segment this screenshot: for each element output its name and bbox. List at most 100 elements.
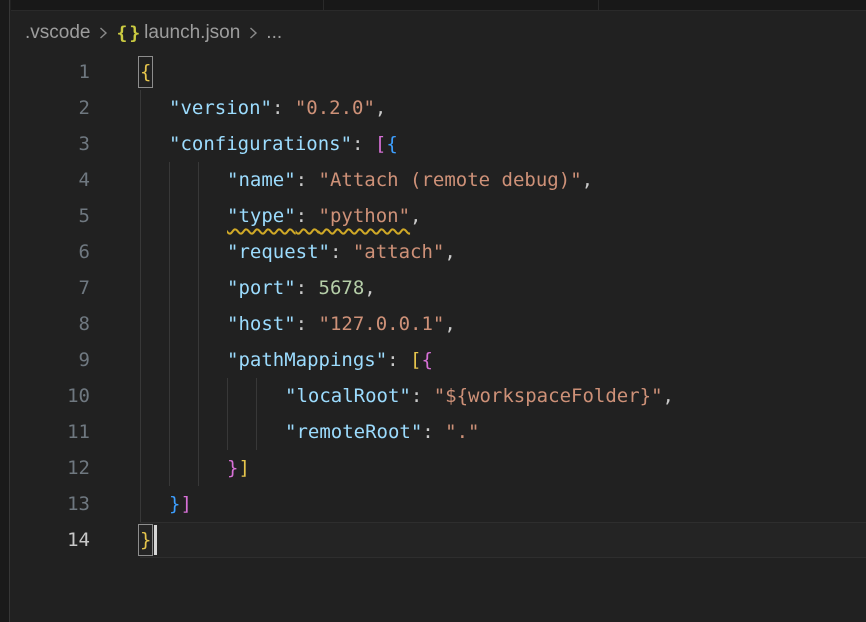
indent-guide: [227, 378, 228, 414]
line-number[interactable]: 12: [11, 450, 90, 486]
indent-guide: [169, 162, 170, 198]
code-token: :: [296, 277, 319, 299]
code-token: ".": [445, 421, 479, 443]
line-number[interactable]: 3: [11, 126, 90, 162]
indent-guide: [227, 414, 228, 450]
line-number[interactable]: 1: [11, 54, 90, 90]
line-number[interactable]: 4: [11, 162, 90, 198]
code-token: :: [422, 421, 445, 443]
vscode-editor-window: { "palette": { "editor-bg": "#212121", "…: [0, 0, 866, 622]
line-number[interactable]: 8: [11, 306, 90, 342]
indent-guide: [198, 234, 199, 270]
indent-guide: [198, 378, 199, 414]
line-number[interactable]: 2: [11, 90, 90, 126]
line-number[interactable]: 9: [11, 342, 90, 378]
breadcrumb-item-folder[interactable]: .vscode: [25, 22, 90, 44]
code-token: ,: [663, 385, 674, 407]
indent-guide: [140, 378, 141, 414]
indent-guide: [198, 342, 199, 378]
indent-guide: [256, 378, 257, 414]
code-line-content[interactable]: "configurations": [{: [140, 126, 866, 162]
code-editor[interactable]: 1{2"version": "0.2.0",3"configurations":…: [11, 54, 866, 622]
tab-bar-edge: [11, 0, 866, 11]
code-token: "pathMappings": [227, 349, 387, 371]
line-number[interactable]: 7: [11, 270, 90, 306]
code-token: {: [422, 349, 433, 371]
code-line-content[interactable]: "name": "Attach (remote debug)",: [140, 162, 866, 198]
code-token: :: [411, 385, 434, 407]
code-token: :: [387, 349, 410, 371]
indent-guide: [140, 90, 141, 126]
code-token: :: [352, 133, 375, 155]
code-token: "localRoot": [285, 385, 411, 407]
code-line-content[interactable]: }]: [140, 486, 866, 522]
code-line: 1{: [11, 54, 866, 90]
indent-guide: [169, 450, 170, 486]
code-token: :: [296, 313, 319, 335]
code-line-content[interactable]: }]: [140, 450, 866, 486]
indent-guide: [140, 234, 141, 270]
indent-guide: [169, 270, 170, 306]
code-line-content[interactable]: "host": "127.0.0.1",: [140, 306, 866, 342]
tab-separator: [323, 0, 324, 10]
code-token: :: [296, 205, 319, 227]
line-number[interactable]: 6: [11, 234, 90, 270]
indent-guide: [169, 306, 170, 342]
code-token: "attach": [353, 241, 445, 263]
code-token: "version": [169, 97, 272, 119]
code-line-content[interactable]: "type": "python",: [140, 198, 866, 234]
code-token: "127.0.0.1": [319, 313, 445, 335]
code-line: 6 "request": "attach",: [11, 234, 866, 270]
tab-separator: [598, 0, 599, 10]
code-line-content[interactable]: "request": "attach",: [140, 234, 866, 270]
code-line-content[interactable]: }: [140, 522, 866, 558]
code-line-content[interactable]: "port": 5678,: [140, 270, 866, 306]
code-line: 4 "name": "Attach (remote debug)",: [11, 162, 866, 198]
code-line: 13}]: [11, 486, 866, 522]
warning-squiggle: "type": "python": [227, 205, 410, 227]
code-line-content[interactable]: "pathMappings": [{: [140, 342, 866, 378]
breadcrumb-item-file[interactable]: {} launch.json: [116, 22, 240, 44]
code-line-content[interactable]: {: [140, 54, 866, 90]
code-line: 3 "configurations": [{: [11, 126, 866, 162]
indent-guide: [198, 162, 199, 198]
code-token: ,: [444, 313, 455, 335]
indent-guide: [169, 198, 170, 234]
code-token: "request": [227, 241, 330, 263]
indent-guide: [140, 306, 141, 342]
indent-guide: [140, 414, 141, 450]
code-token: ]: [238, 457, 249, 479]
indent-guide: [169, 342, 170, 378]
chevron-right-icon: [98, 25, 108, 41]
code-line: 10 "localRoot": "${workspaceFolder}",: [11, 378, 866, 414]
line-number[interactable]: 13: [11, 486, 90, 522]
code-token: [: [375, 133, 386, 155]
code-line-content[interactable]: "localRoot": "${workspaceFolder}",: [140, 378, 866, 414]
indent-guide: [169, 234, 170, 270]
line-number[interactable]: 10: [11, 378, 90, 414]
line-number[interactable]: 14: [11, 522, 90, 558]
code-token: {: [386, 133, 397, 155]
code-lines: 1{2"version": "0.2.0",3"configurations":…: [11, 54, 866, 558]
code-line: 5 "type": "python",: [11, 198, 866, 234]
code-token: "type": [227, 205, 296, 227]
sidebar-edge: [0, 0, 10, 622]
code-line: 9 "pathMappings": [{: [11, 342, 866, 378]
code-token: ,: [375, 97, 386, 119]
code-token: :: [272, 97, 295, 119]
code-line: 12}]: [11, 450, 866, 486]
indent-guide: [140, 126, 141, 162]
code-token: }: [169, 493, 180, 515]
indent-guide: [140, 450, 141, 486]
code-line-content[interactable]: "remoteRoot": ".": [140, 414, 866, 450]
bracket-match-highlight: }: [140, 522, 151, 558]
line-number[interactable]: 11: [11, 414, 90, 450]
code-token: "remoteRoot": [285, 421, 422, 443]
breadcrumb-item-symbol[interactable]: ...: [266, 22, 282, 44]
code-line: 8 "host": "127.0.0.1",: [11, 306, 866, 342]
indent-guide: [198, 306, 199, 342]
code-token: "${workspaceFolder}": [434, 385, 663, 407]
code-line-content[interactable]: "version": "0.2.0",: [140, 90, 866, 126]
line-number[interactable]: 5: [11, 198, 90, 234]
code-token: ]: [180, 493, 191, 515]
